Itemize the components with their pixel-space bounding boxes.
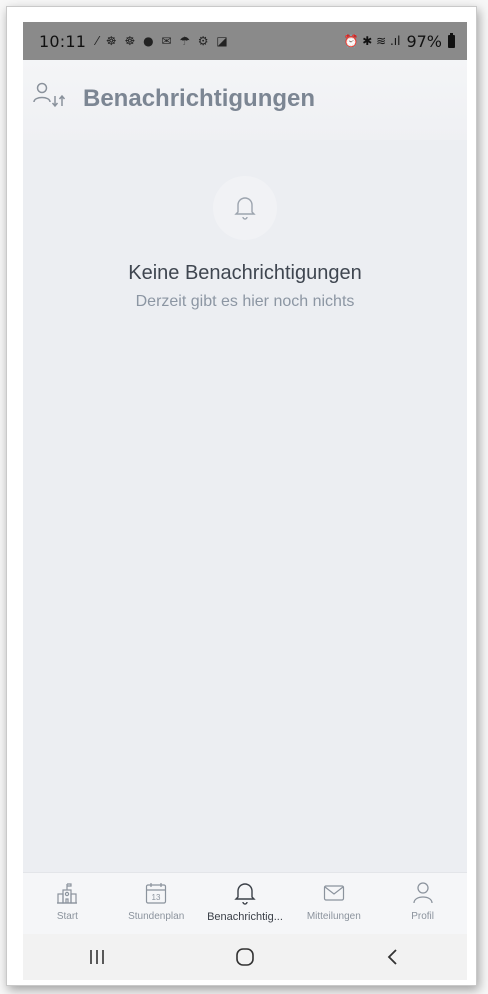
system-nav-bar xyxy=(23,934,467,980)
back-icon xyxy=(387,949,397,965)
system-status-icons: ⏰ ✱ ≋ .ıl xyxy=(343,34,401,48)
tab-label: Benachrichtig... xyxy=(207,911,283,923)
home-button[interactable] xyxy=(215,937,275,977)
person-icon xyxy=(412,882,433,904)
tab-label: Start xyxy=(56,911,78,922)
recents-button[interactable] xyxy=(67,937,127,977)
user-switch-icon[interactable] xyxy=(33,82,67,112)
notification-icons: ⁄ ☸ ☸ ● ✉ ☂ ⚙ ◪ xyxy=(96,34,230,48)
status-bar: 10:11 ⁄ ☸ ☸ ● ✉ ☂ ⚙ ◪ ⏰ ✱ ≋ .ıl 97% xyxy=(23,22,467,60)
tab-profil[interactable]: Profil xyxy=(378,873,467,935)
school-icon xyxy=(57,883,78,904)
page-title: Benachrichtigungen xyxy=(83,85,316,112)
tab-start[interactable]: Start xyxy=(23,873,112,935)
calendar-icon: 13 xyxy=(146,883,167,904)
bottom-tab-bar: Start 13 Stundenplan Benachrichtig... Mi… xyxy=(23,872,467,935)
empty-state-subtitle: Derzeit gibt es hier noch nichts xyxy=(135,293,355,310)
tab-benachrichtigungen[interactable]: Benachrichtig... xyxy=(201,873,290,935)
battery-icon xyxy=(448,32,455,48)
home-icon xyxy=(236,948,254,966)
recents-icon xyxy=(90,950,104,964)
empty-state-title: Keine Benachrichtigungen xyxy=(128,262,362,284)
bell-icon xyxy=(234,197,256,220)
phone-screen: 10:11 ⁄ ☸ ☸ ● ✉ ☂ ⚙ ◪ ⏰ ✱ ≋ .ıl 97% Bena… xyxy=(23,22,467,980)
back-button[interactable] xyxy=(363,937,423,977)
tab-label: Profil xyxy=(411,911,434,922)
status-time: 10:11 xyxy=(39,31,87,51)
empty-state: Keine Benachrichtigungen Derzeit gibt es… xyxy=(23,140,467,872)
svg-text:13: 13 xyxy=(152,893,161,902)
mail-icon xyxy=(323,885,344,901)
empty-bell-badge xyxy=(213,176,277,240)
tab-label: Stundenplan xyxy=(128,911,185,922)
page-header: Benachrichtigungen xyxy=(23,60,467,140)
bell-icon xyxy=(234,883,256,905)
tab-stundenplan[interactable]: 13 Stundenplan xyxy=(112,873,201,935)
tab-mitteilungen[interactable]: Mitteilungen xyxy=(289,873,378,935)
status-right: ⏰ ✱ ≋ .ıl 97% xyxy=(343,32,455,51)
battery-percent: 97% xyxy=(406,31,442,51)
tab-label: Mitteilungen xyxy=(306,911,361,922)
